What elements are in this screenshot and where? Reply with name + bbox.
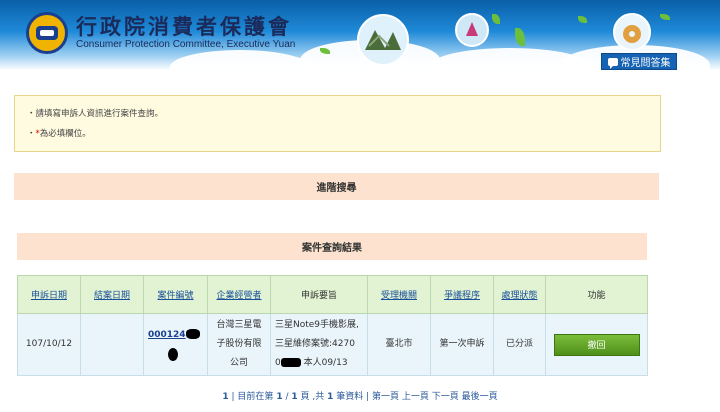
- site-title-en: Consumer Protection Committee, Executive…: [76, 39, 296, 50]
- chat-bubble-icon: [607, 57, 618, 69]
- cell-case-number: 000124: [143, 313, 208, 376]
- header-agency[interactable]: 受理機關: [367, 275, 431, 314]
- cell-complaint-date: 107/10/12: [17, 313, 81, 376]
- cell-company: 台灣三星電 子股份有限 公司: [207, 313, 271, 376]
- leaf-icon: [578, 16, 587, 23]
- sphere-plant-icon: [357, 14, 409, 66]
- pagination: 1 | 目前在第 1 / 1 頁 ,共 1 筆資料 | 第一頁 上一頁 下一頁 …: [222, 392, 498, 402]
- header-action: 功能: [545, 275, 648, 314]
- cell-close-date: [80, 313, 144, 376]
- leaf-icon: [660, 14, 670, 20]
- header-company[interactable]: 企業經營者: [207, 275, 271, 314]
- redaction-mark: [280, 358, 301, 367]
- notice-box: ・請填寫申訴人資訊進行案件查詢。 ・*為必填欄位。: [14, 95, 661, 152]
- page-nav-links[interactable]: 筆資料 | 第一頁 上一頁 下一頁 最後一頁: [336, 392, 497, 402]
- notice-line-required: ・*為必填欄位。: [27, 129, 91, 139]
- results-title: 案件查詢結果: [17, 233, 647, 260]
- header-procedure[interactable]: 爭議程序: [430, 275, 494, 314]
- faq-button[interactable]: 常見問答集: [601, 53, 677, 70]
- leaf-icon: [515, 28, 525, 46]
- sphere-flower-icon: [455, 13, 489, 47]
- notice-line-instructions: ・請填寫申訴人資訊進行案件查詢。: [27, 109, 164, 119]
- header-status[interactable]: 處理狀態: [493, 275, 546, 314]
- faq-label: 常見問答集: [620, 58, 671, 69]
- cell-action: 撤回: [545, 313, 648, 376]
- header-complaint-date[interactable]: 申訴日期: [17, 275, 81, 314]
- header-summary: 申訴要旨: [270, 275, 368, 314]
- page-link-current[interactable]: 1: [222, 392, 228, 402]
- site-logo[interactable]: 行政院消費者保護會 Consumer Protection Committee,…: [26, 12, 295, 54]
- cell-procedure: 第一次申訴: [430, 313, 494, 376]
- table-row: 107/10/12 000124 台灣三星電 子股份有限 公司 三星Note9手…: [17, 313, 648, 376]
- case-number-link[interactable]: 000124: [148, 330, 186, 340]
- cell-agency: 臺北市: [367, 313, 431, 376]
- advanced-search-toggle[interactable]: 進階搜尋: [14, 173, 659, 200]
- cell-status: 已分派: [493, 313, 546, 376]
- header-close-date[interactable]: 結案日期: [80, 275, 144, 314]
- cell-summary: 三星Note9手機影展, 三星維修案號:4270 0 本人09/13: [270, 313, 368, 376]
- leaf-icon: [492, 14, 500, 24]
- sphere-donut-icon: [613, 13, 651, 51]
- redaction-mark: [185, 329, 200, 339]
- logo-seal-icon: [26, 12, 68, 54]
- redaction-mark: [168, 348, 178, 361]
- table-header-row: 申訴日期 結案日期 案件編號 企業經營者 申訴要旨 受理機關 爭議程序 處理狀態…: [17, 275, 648, 314]
- results-table: 申訴日期 結案日期 案件編號 企業經營者 申訴要旨 受理機關 爭議程序 處理狀態…: [17, 275, 648, 376]
- header-case-number[interactable]: 案件編號: [143, 275, 208, 314]
- withdraw-button[interactable]: 撤回: [553, 333, 640, 356]
- site-title-zh: 行政院消費者保護會: [76, 14, 292, 39]
